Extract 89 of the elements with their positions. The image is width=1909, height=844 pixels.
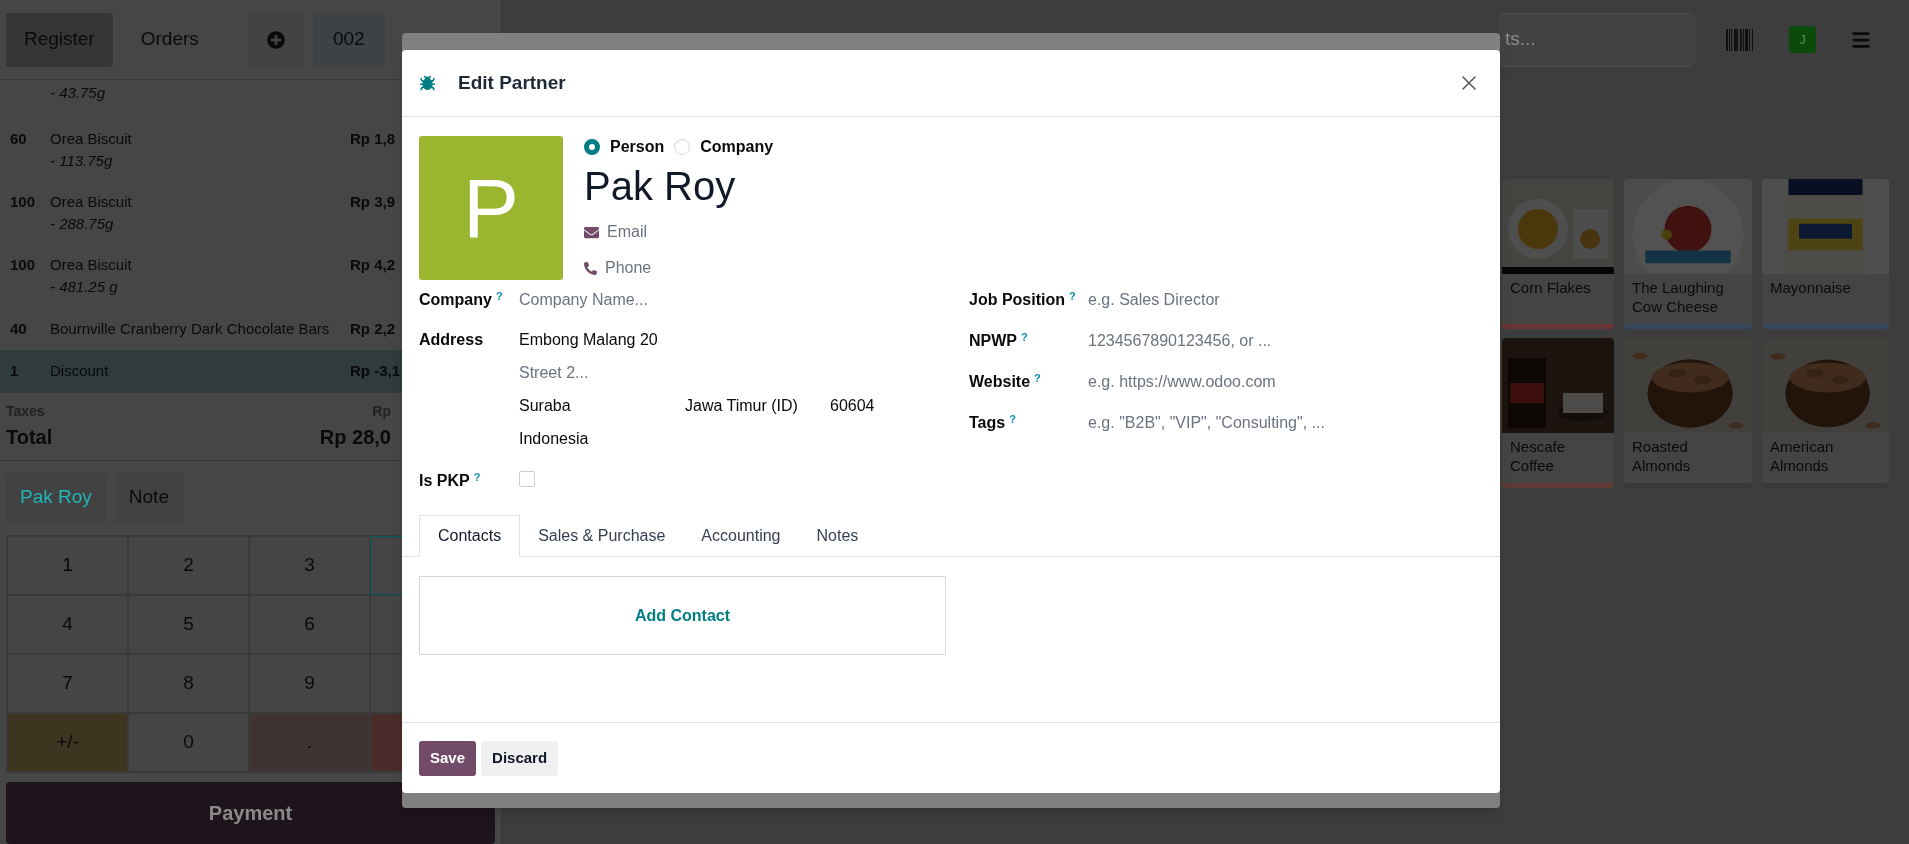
input-field[interactable]: e.g. https://www.odoo.com [1088,370,1276,403]
product-note: - 481.25 g [50,277,119,297]
total-value: Rp 28,0 [319,424,392,450]
company-field[interactable]: Company Name... [519,280,648,320]
product-name: The Laughing Cow Cheese [1631,278,1725,317]
numpad-key[interactable]: 4 [7,594,128,654]
field-label: Tags $^{?}$ [969,411,1017,433]
input-field[interactable]: e.g. "B2B", "VIP", "Consulting", ... [1088,411,1325,444]
product-name: Orea Biscuit [50,191,133,212]
pkp-checkbox[interactable] [519,471,535,487]
partner-name[interactable]: Pak Roy [584,162,774,210]
customer-button[interactable]: Pak Roy [6,472,106,523]
input-field[interactable]: e.g. Sales Director [1088,288,1220,321]
street2-field[interactable]: Street 2... [519,353,875,386]
help-tooltip[interactable]: ? [1034,371,1041,384]
numpad-key[interactable]: 0 [128,712,249,772]
quantity: 100 [10,191,37,212]
field-label: Job Position $^{?}$ [969,288,1077,310]
field-label: Website $^{?}$ [969,370,1042,392]
help-tooltip[interactable]: ? [495,289,503,302]
product-card[interactable]: Nescafe Coffee [1502,338,1614,488]
quantity: 60 [10,128,28,149]
total-label: Total [6,424,53,450]
product-card[interactable]: Mayonnaise [1762,179,1889,329]
numpad-key[interactable]: 9 [249,653,370,713]
line-price: Rp 4,2 [350,254,395,275]
numpad-key[interactable]: 5 [128,594,249,654]
help-tooltip[interactable]: ? [1009,412,1016,425]
product-name: American Almonds [1769,437,1835,476]
product-note: - 113.75g [50,151,114,171]
product-card[interactable]: American Almonds [1762,338,1889,488]
field-label: Address [419,330,485,350]
product-card[interactable]: The Laughing Cow Cheese [1624,179,1752,329]
form-tab[interactable]: Notes [798,515,877,557]
product-name: Orea Biscuit [50,128,133,149]
phone-field[interactable]: Phone [605,256,652,280]
field-label: Is PKP $^{?}$ [419,469,482,491]
dialog-title: Edit Partner [458,70,566,95]
search-field[interactable]: ts... [1499,12,1695,67]
help-tooltip[interactable]: ? [1021,330,1028,343]
street-field[interactable]: Embong Malang 20 [519,320,875,353]
line-price: Rp 2,2 [350,318,395,339]
quantity: 100 [10,254,37,275]
numpad-key[interactable]: 2 [128,535,249,595]
envelope-icon [584,224,599,240]
numpad-key[interactable]: 8 [128,653,249,713]
user-avatar[interactable]: J [1789,26,1816,53]
product-note: - 288.75g [50,214,115,234]
product-name: Bournville Cranberry Dark Chocolate Bars [50,318,331,339]
form-tab[interactable]: Accounting [683,515,799,557]
product-name: Corn Flakes [1509,278,1592,298]
avatar[interactable]: P [419,136,563,280]
help-tooltip[interactable]: ? [473,470,481,483]
new-order-button[interactable] [248,12,303,67]
product-card[interactable]: Roasted Almonds [1624,338,1752,488]
discard-button[interactable]: Discard [481,740,559,776]
numpad-key[interactable]: 3 [249,535,370,595]
email-field[interactable]: Email [607,220,647,244]
line-price: Rp 3,9 [350,191,395,212]
type-radio[interactable]: Person [584,135,665,159]
field-label: NPWP $^{?}$ [969,329,1029,351]
product-name: Mayonnaise [1769,278,1852,298]
plus-icon [266,30,285,49]
numpad-key[interactable]: 1 [7,535,128,595]
line-price: Rp 1,8 [350,128,395,149]
bug-icon[interactable] [419,74,436,92]
help-tooltip[interactable]: ? [1069,289,1076,302]
phone-icon [584,261,597,275]
field-label: Company $^{?}$ [419,288,504,310]
form-tab[interactable]: Contacts [419,515,521,557]
payment-button[interactable]: Payment [6,781,495,844]
city-field[interactable]: Suraba [519,394,685,419]
form-tab[interactable]: Sales & Purchase [520,515,684,557]
note-button[interactable]: Note [114,472,183,523]
product-name: Orea Biscuit [50,254,133,275]
country-field[interactable]: Indonesia [519,419,875,459]
numpad-key[interactable]: 7 [7,653,128,713]
save-button[interactable]: Save [419,740,477,776]
input-field[interactable]: 1234567890123456, or ... [1088,329,1272,362]
numpad-key[interactable]: 6 [249,594,370,654]
zip-field[interactable]: 60604 [830,394,875,419]
product-name: Nescafe Coffee [1509,437,1567,476]
product-name: Roasted Almonds [1631,437,1692,476]
state-field[interactable]: Jawa Timur (ID) [685,394,830,419]
barcode-icon[interactable] [1726,28,1754,51]
nav-tab[interactable]: Orders [122,12,217,67]
type-radio[interactable]: Company [674,135,774,159]
quantity: 40 [10,318,28,339]
add-contact-button[interactable]: Add Contact [634,603,731,628]
